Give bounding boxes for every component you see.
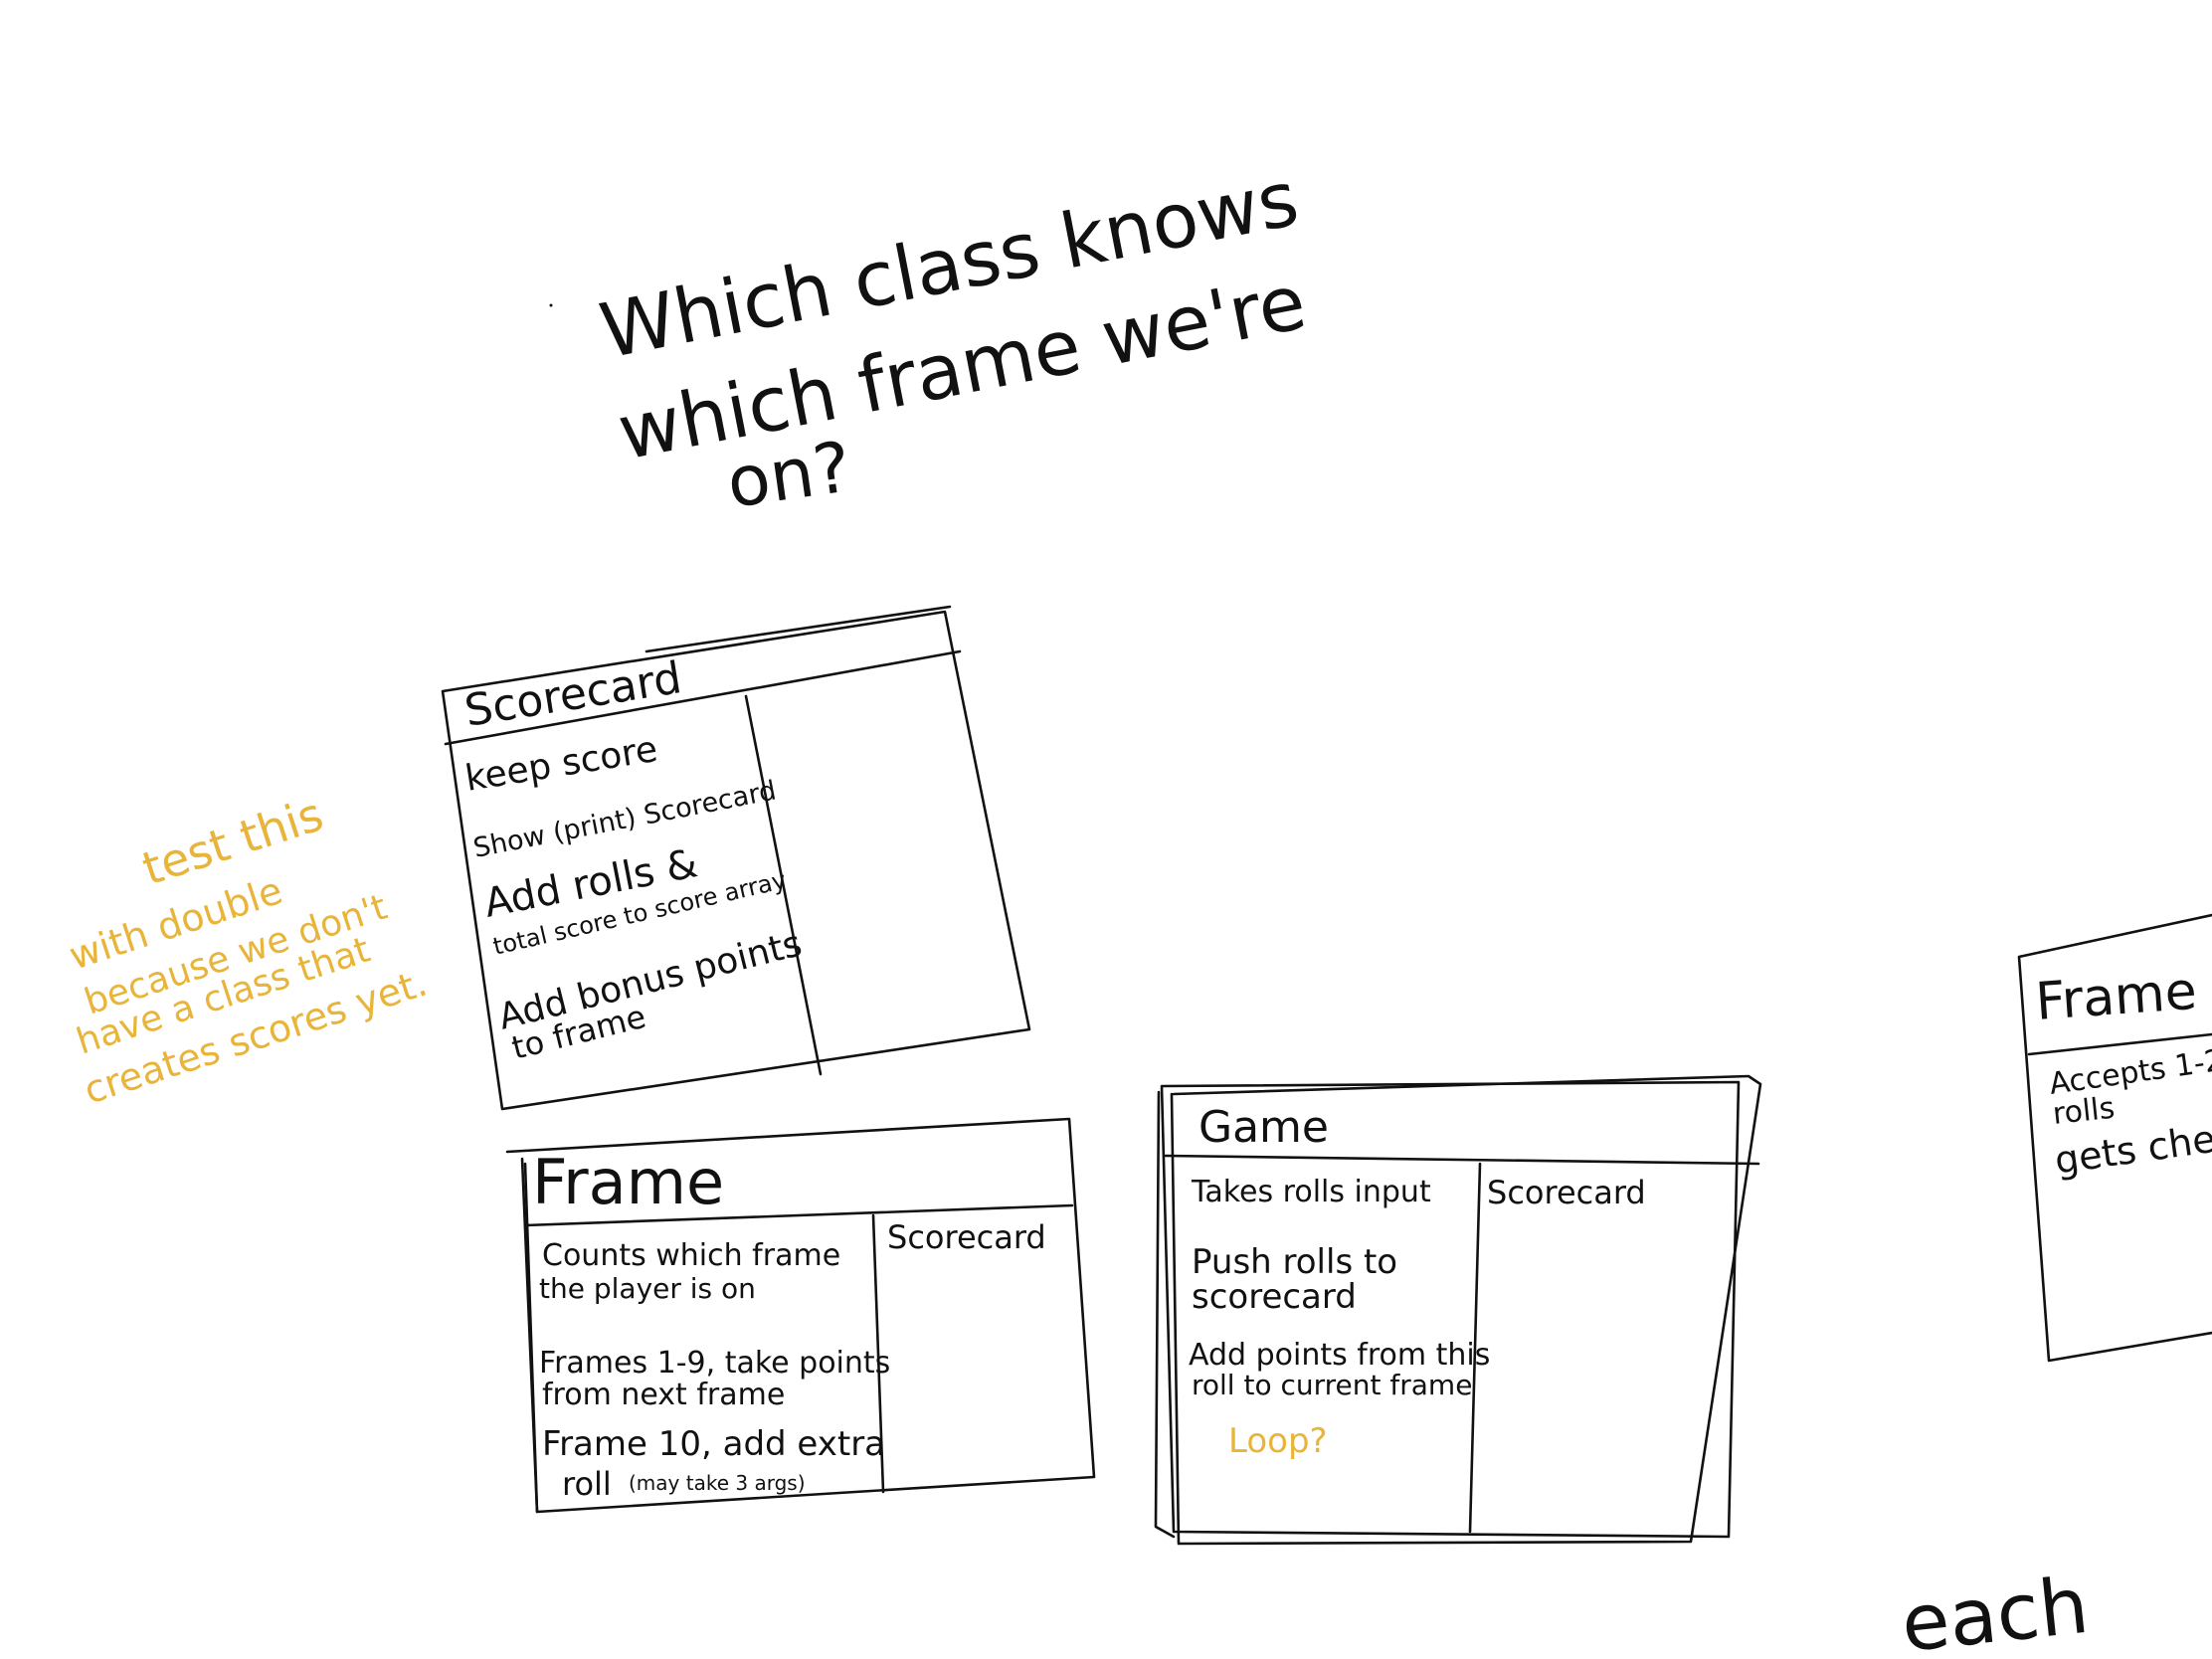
crc-card-frame-partial: Frame Accepts 1-2 rolls gets che — [2017, 913, 2212, 1363]
whiteboard-canvas: Which class knows which frame we're on? … — [64, 153, 2212, 1659]
frame-resp-2: the player is on — [539, 1272, 756, 1305]
game-resp-4: Add points from this — [1189, 1338, 1490, 1373]
question-note: Which class knows which frame we're on? — [593, 153, 1312, 523]
frame-partial-resp-1: Accepts 1-2 — [2047, 1043, 2212, 1102]
frame-partial-resp-2: rolls — [2051, 1091, 2117, 1132]
game-resp-1: Takes rolls input — [1191, 1175, 1431, 1209]
game-resp-3: scorecard — [1192, 1277, 1357, 1317]
game-title: Game — [1198, 1102, 1329, 1153]
scorecard-top-extra-stroke — [645, 605, 952, 653]
test-annotation: test this with double because we don't h… — [64, 787, 432, 1112]
scorecard-resp-1: keep score — [462, 729, 660, 800]
game-resp-5: roll to current frame — [1192, 1369, 1472, 1401]
game-note: Loop? — [1228, 1421, 1328, 1461]
frame-resp-7: (may take 3 args) — [629, 1471, 806, 1495]
scorecard-title: Scorecard — [461, 652, 685, 737]
frame-resp-6: roll — [562, 1465, 612, 1503]
game-resp-2: Push rolls to — [1192, 1242, 1397, 1282]
frame-collaborator-1: Scorecard — [887, 1218, 1046, 1256]
game-title-divider — [1164, 1154, 1760, 1166]
question-line-3: on? — [722, 426, 856, 524]
frame-resp-3: Frames 1-9, take points — [539, 1346, 890, 1381]
annotation-line-1: test this — [136, 787, 329, 895]
stray-dot — [549, 303, 553, 307]
crc-card-game: Game Scorecard Takes rolls input Push ro… — [1154, 1074, 1762, 1546]
frame-resp-5: Frame 10, add extra — [542, 1424, 885, 1464]
frame-resp-1: Counts which frame — [542, 1238, 840, 1273]
frame-title: Frame — [532, 1146, 724, 1218]
crc-card-scorecard: Scorecard keep score Show (print) Scorec… — [441, 605, 1031, 1111]
crc-card-frame: Frame Scorecard Counts which frame the p… — [505, 1117, 1096, 1514]
frame-partial-title: Frame — [2034, 962, 2199, 1032]
frame-resp-4: from next frame — [542, 1378, 785, 1412]
stray-word: each — [1898, 1562, 2093, 1659]
game-collaborator-1: Scorecard — [1487, 1174, 1646, 1211]
